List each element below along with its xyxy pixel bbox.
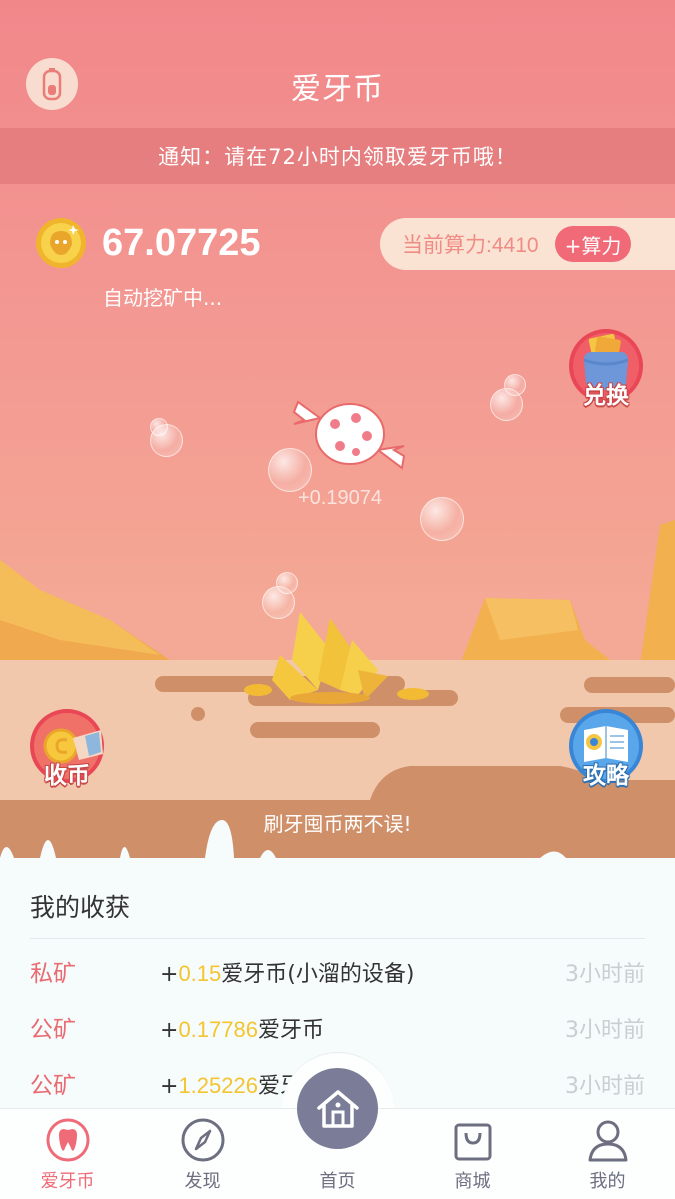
tooth-icon (46, 1118, 90, 1162)
mining-status: 自动挖矿中... (103, 286, 223, 310)
mine-type: 私矿 (30, 961, 76, 987)
guide-button[interactable]: 攻略 (568, 708, 644, 789)
power-pill: 当前算力:4410 +算力 (380, 218, 675, 270)
list-item[interactable]: 私矿 +0.15爱牙币(小溜的设备) 3小时前 (0, 942, 675, 998)
tab-mall[interactable]: 商城 (405, 1109, 540, 1199)
reward-unit: 爱牙币 (257, 1018, 324, 1043)
compass-icon (181, 1118, 225, 1162)
mine-type: 公矿 (30, 1017, 76, 1043)
header: 爱牙币 (0, 0, 675, 128)
bubble[interactable] (150, 418, 168, 436)
reward-amount: 0.15 (178, 961, 222, 986)
exchange-button[interactable]: 兑换 (568, 328, 644, 409)
tab-label: 发现 (184, 1171, 221, 1192)
add-power-button[interactable]: +算力 (554, 226, 632, 262)
reward-amount: 1.25226 (178, 1073, 258, 1098)
notice-bar[interactable]: 通知：请在72小时内领取爱牙币哦！ (0, 128, 675, 184)
reward-desc: +0.17786爱牙币 (160, 1012, 324, 1044)
reward-plus: + (160, 1018, 179, 1043)
home-button[interactable] (297, 1068, 378, 1149)
collect-label: 收币 (44, 763, 90, 789)
tab-label: 商城 (454, 1171, 491, 1192)
collect-button[interactable]: 收币 (29, 708, 105, 789)
candy-amount: +0.19074 (298, 487, 382, 509)
reward-time: 3小时前 (565, 1074, 645, 1099)
reward-unit: 爱牙币(小溜的设备) (221, 962, 415, 987)
tab-aiyabi[interactable]: 爱牙币 (0, 1109, 135, 1199)
slogan: 刷牙囤币两不误! (263, 812, 412, 836)
tab-label: 首页 (319, 1171, 356, 1192)
bubble[interactable] (504, 374, 526, 396)
guide-label: 攻略 (583, 763, 629, 789)
reward-amount: 0.17786 (178, 1017, 258, 1042)
bubble[interactable] (420, 497, 464, 541)
tab-mine[interactable]: 我的 (540, 1109, 675, 1199)
reward-time: 3小时前 (565, 962, 645, 987)
power-label: 当前算力:4410 (402, 234, 539, 257)
reward-plus: + (160, 1074, 179, 1099)
divider (30, 938, 645, 939)
tab-label: 我的 (589, 1171, 626, 1192)
user-icon (588, 1120, 628, 1162)
tab-label: 爱牙币 (40, 1171, 95, 1192)
coin-balance: 67.07725 (102, 222, 261, 264)
home-icon (316, 1089, 359, 1128)
exchange-label: 兑换 (583, 383, 629, 409)
shopping-bag-icon (454, 1123, 492, 1161)
reward-plus: + (160, 962, 179, 987)
tab-discover[interactable]: 发现 (135, 1109, 270, 1199)
bubble[interactable] (276, 572, 298, 594)
page-title: 爱牙币 (291, 72, 384, 107)
mining-scene: 爱牙币 通知：请在72小时内领取爱牙币哦！ 67.07725 自动挖矿中... … (0, 0, 675, 880)
candy-icon[interactable] (290, 390, 410, 480)
mine-type: 公矿 (30, 1073, 76, 1099)
list-item[interactable]: 公矿 +0.17786爱牙币 3小时前 (0, 998, 675, 1054)
harvest-title: 我的收获 (30, 893, 131, 922)
reward-desc: +0.15爱牙币(小溜的设备) (160, 956, 414, 988)
reward-time: 3小时前 (565, 1018, 645, 1043)
coin-icon (36, 218, 86, 268)
